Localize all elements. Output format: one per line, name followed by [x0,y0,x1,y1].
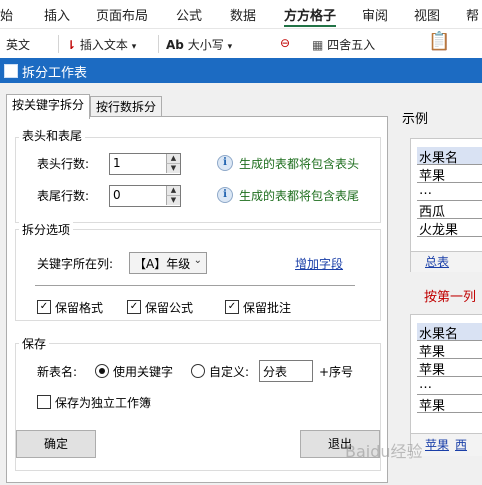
add-field-link[interactable]: 增加字段 [295,255,343,272]
round-icon: ▦ [312,38,324,52]
round-button[interactable]: ▦ 四舍五入 [312,36,375,53]
watermark: Baidu经验 [345,442,423,461]
case-button[interactable]: Ab 大小写 ▾ [166,36,232,53]
round-label: 四舍五入 [327,38,376,52]
ribbon-tab-fangfang[interactable]: 方方格子 [284,5,336,24]
english-button[interactable]: 英文 [6,36,30,53]
save-as-workbook-checkbox[interactable] [37,395,51,409]
example-title: 示例 [402,112,429,127]
toolbar-separator [58,35,59,53]
footer-rows-value: 0 [113,188,121,202]
toolbar-separator [158,35,159,53]
ribbon-tab-page-layout[interactable]: 页面布局 [96,5,148,24]
table-cell: 苹果 [417,395,482,414]
ribbon-tab-home[interactable]: 始 [0,5,13,24]
header-rows-stepper[interactable]: 1 ▲ ▼ [109,153,181,175]
header-hint: 生成的表都将包含表头 [239,157,360,171]
use-keyword-radio[interactable] [95,364,109,378]
dialog-titlebar: 拆分工作表 [0,58,482,83]
custom-name-input[interactable]: 分表 [259,360,313,382]
clipboard-icon[interactable]: 📋 [428,31,450,52]
keep-formula-checkbox[interactable]: ✓ [127,300,141,314]
tab-panel: 表头和表尾 表头行数: 1 ▲ ▼ i 生成的表都将包含表头 表尾行数: 0 ▲… [6,116,388,483]
example-top-sheet: 水果名 苹果 … 西瓜 火龙果 总表 [410,138,482,272]
case-icon: Ab [166,38,184,52]
sheet-tab-watermelon: 西 [455,438,468,452]
use-keyword-label: 使用关键字 [113,365,174,379]
ribbon-toolbar: 英文 ⇂ 插入文本 ▾ Ab 大小写 ▾ ⊖ ▦ 四舍五入 📋 [0,28,482,59]
header-footer-group [15,137,381,223]
custom-name-label: 自定义: [209,365,250,379]
divider [35,285,355,286]
ribbon-tab-view[interactable]: 视图 [414,5,440,24]
stepper-up-icon[interactable]: ▲ [166,154,180,164]
table-header-cell: 水果名 [417,147,482,166]
split-options-title: 拆分选项 [19,221,74,238]
ribbon-tab-formulas[interactable]: 公式 [176,5,202,24]
dialog-title: 拆分工作表 [22,66,88,81]
serial-suffix-label: +序号 [319,365,354,379]
table-cell: 苹果 [417,165,482,184]
case-label: 大小写 [187,38,224,52]
sheet-tab-apple: 苹果 [425,438,450,452]
table-cell: 西瓜 [417,201,482,220]
table-cell: 火龙果 [417,219,482,238]
tab-split-by-keyword[interactable]: 按关键字拆分 [6,94,90,119]
keep-comment-label: 保留批注 [243,301,292,315]
table-cell: … [417,377,482,395]
ok-button[interactable]: 确定 [16,430,96,458]
header-rows-value: 1 [113,156,121,170]
keep-comment-checkbox[interactable]: ✓ [225,300,239,314]
keep-format-checkbox[interactable]: ✓ [37,300,51,314]
keep-format-label: 保留格式 [55,301,104,315]
info-icon: i [217,155,233,171]
table-cell: 苹果 [417,359,482,378]
chevron-down-icon: ⌄ [193,255,202,266]
keyword-column-value: 【A】年级 [134,257,191,271]
ribbon-tab-review[interactable]: 审阅 [362,5,388,24]
info-icon: i [217,187,233,203]
keep-formula-label: 保留公式 [145,301,194,315]
save-as-workbook-label: 保存为独立工作簿 [55,396,152,410]
stepper-down-icon[interactable]: ▼ [166,196,180,205]
example-bottom-sheet: 水果名 苹果 苹果 … 苹果 苹果 西 [410,314,482,456]
ribbon-tabs: 始 插入 页面布局 公式 数据 方方格子 审阅 视图 帮 [0,0,482,28]
custom-name-radio[interactable] [191,364,205,378]
active-tab-underline [284,25,336,27]
ribbon-tab-insert[interactable]: 插入 [44,5,70,24]
table-cell: 苹果 [417,341,482,360]
table-header-cell: 水果名 [417,323,482,342]
keyword-column-label: 关键字所在列: [37,257,114,271]
chevron-down-icon: ▾ [131,42,137,52]
footer-rows-label: 表尾行数: [37,189,90,203]
chevron-down-icon: ▾ [227,42,233,52]
save-title: 保存 [19,335,50,352]
new-sheet-name-label: 新表名: [37,365,78,379]
insert-text-button[interactable]: ⇂ 插入文本 ▾ [66,36,136,53]
sheet-tab-total: 总表 [425,255,450,269]
insert-text-icon: ⇂ [66,38,77,52]
custom-name-value: 分表 [263,365,288,379]
ribbon-tab-data[interactable]: 数据 [230,5,256,24]
header-rows-label: 表头行数: [37,157,90,171]
stepper-down-icon[interactable]: ▼ [166,164,180,173]
split-caption: 按第一列 [424,290,477,305]
footer-hint: 生成的表都将包含表尾 [239,189,360,203]
split-sheet-dialog: 拆分工作表 按关键字拆分 按行数拆分 表头和表尾 表头行数: 1 ▲ ▼ i 生… [0,58,482,485]
header-footer-title: 表头和表尾 [19,127,86,144]
clear-icon[interactable]: ⊖ [280,36,290,50]
keyword-column-select[interactable]: 【A】年级 ⌄ [129,252,207,274]
footer-rows-stepper[interactable]: 0 ▲ ▼ [109,185,181,207]
insert-text-label: 插入文本 [79,38,128,52]
ribbon-tab-help[interactable]: 帮 [466,5,479,24]
stepper-up-icon[interactable]: ▲ [166,186,180,196]
app-icon [4,64,18,78]
table-cell: … [417,183,482,201]
